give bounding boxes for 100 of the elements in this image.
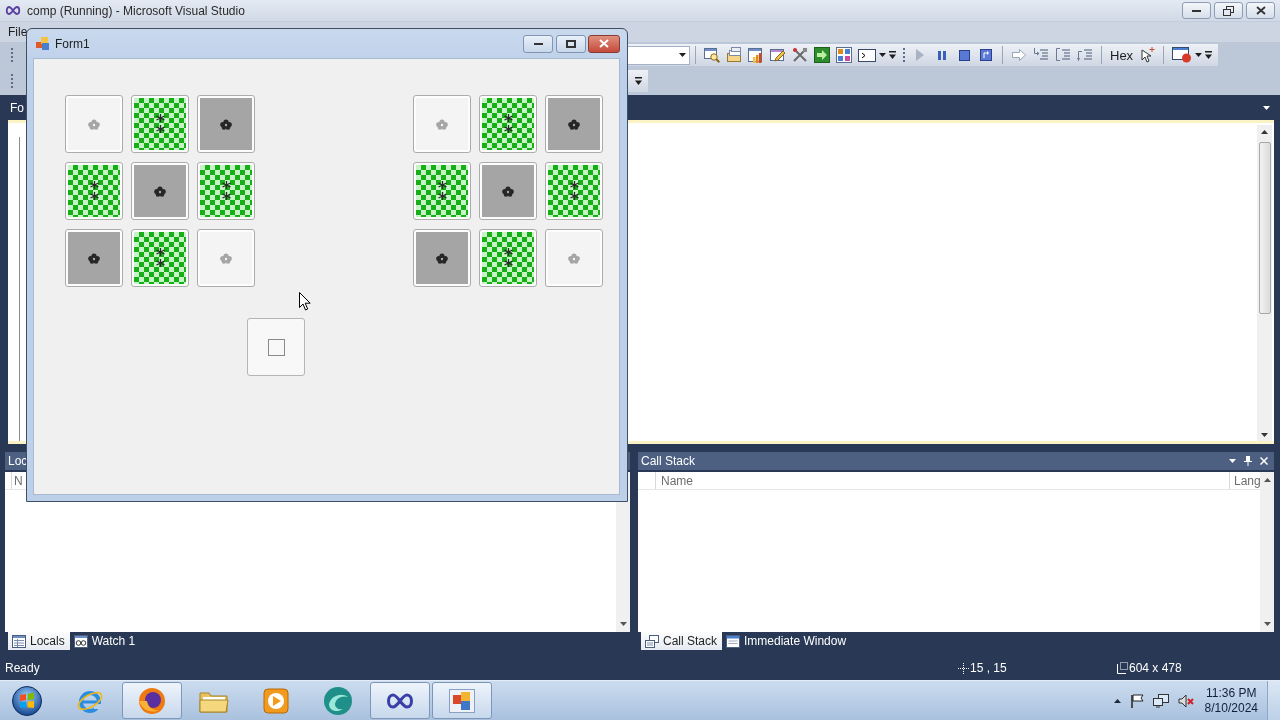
flag-icon[interactable] [1129, 693, 1144, 708]
restore-button[interactable] [1214, 2, 1243, 19]
tile-button[interactable] [197, 162, 255, 220]
caret-down-icon[interactable] [1195, 53, 1203, 57]
status-text: Ready [5, 661, 40, 675]
swirl-icon [323, 685, 353, 716]
mouse-pointer-icon [299, 292, 311, 312]
hex-button[interactable]: Hex [1107, 47, 1137, 63]
window-pencil-icon[interactable] [770, 47, 786, 63]
close-icon[interactable] [1260, 457, 1268, 465]
crosshair-icon [958, 662, 969, 674]
infinity-icon [385, 692, 415, 709]
minimize-button[interactable] [523, 34, 553, 53]
infinity-icon [5, 6, 21, 15]
fox-globe-icon [138, 686, 166, 715]
flower-icon [154, 185, 166, 197]
media-play-icon [263, 687, 289, 714]
caret-up-icon[interactable] [1261, 130, 1268, 134]
caret-down-icon[interactable] [1263, 105, 1270, 110]
caret-down-icon[interactable] [619, 622, 627, 626]
grid-window-icon [12, 634, 26, 648]
panel-tab[interactable]: Locals [8, 632, 70, 650]
tile-button[interactable] [545, 162, 603, 220]
bracket-arrow-icon[interactable] [1055, 47, 1071, 63]
window-icon [726, 634, 741, 648]
caret-up-icon[interactable] [1113, 698, 1121, 703]
flower-icon [568, 118, 580, 130]
double-asterisk-icon [89, 181, 99, 201]
clock-time[interactable]: 11:36 PM [1206, 685, 1257, 701]
tile-button[interactable] [197, 95, 255, 153]
pointer-sparkle-icon[interactable] [1139, 47, 1156, 63]
maximize-button[interactable] [556, 34, 586, 53]
speaker-muted-icon[interactable] [1177, 693, 1194, 708]
flower-icon [436, 118, 448, 130]
panel-tab[interactable]: Call Stack [641, 632, 723, 650]
double-asterisk-icon [221, 181, 231, 201]
outdent-arrow-icon[interactable] [1077, 47, 1093, 63]
column-header[interactable]: Name [656, 473, 693, 488]
caret-down-icon[interactable] [1229, 459, 1236, 463]
tile-button[interactable] [65, 229, 123, 287]
tile-button[interactable] [131, 229, 189, 287]
tile-button[interactable] [197, 229, 255, 287]
app-squares-icon [449, 688, 475, 713]
caret-down-icon [679, 53, 686, 57]
network-icon[interactable] [1152, 693, 1169, 708]
double-asterisk-icon [569, 181, 579, 201]
tile-button[interactable] [413, 162, 471, 220]
taskbar-button[interactable] [432, 682, 492, 719]
close-button[interactable] [588, 34, 620, 53]
taskbar-button[interactable] [370, 682, 430, 719]
tile-button[interactable] [65, 162, 123, 220]
window-grid-icon[interactable] [836, 47, 852, 63]
caret-up-icon[interactable] [1263, 478, 1271, 482]
close-button[interactable] [1246, 2, 1275, 19]
column-header[interactable]: N [12, 473, 23, 488]
clock-date[interactable]: 8/10/2024 [1204, 700, 1258, 716]
double-asterisk-icon [155, 248, 165, 268]
overflow-caret-icon[interactable] [635, 77, 642, 85]
caret-down-icon[interactable] [879, 53, 886, 57]
caret-down-icon[interactable] [1261, 433, 1268, 437]
flower-icon [568, 252, 580, 264]
minimize-button[interactable] [1182, 2, 1211, 19]
tile-button[interactable] [479, 162, 537, 220]
form-size: 604 x 478 [1129, 661, 1182, 675]
stop-icon[interactable] [956, 47, 972, 63]
window-title: comp (Running) - Microsoft Visual Studio [27, 3, 245, 18]
document-tab[interactable]: Fo [10, 100, 24, 115]
panel-title: Call Stack [641, 454, 696, 468]
window-search-icon[interactable] [704, 47, 720, 63]
indent-arrow-icon[interactable] [1033, 47, 1049, 63]
tile-button[interactable] [65, 95, 123, 153]
window-record-icon[interactable] [1172, 47, 1193, 63]
console-window-icon[interactable] [858, 48, 876, 62]
pin-icon[interactable] [1244, 456, 1252, 466]
tile-button[interactable] [479, 95, 537, 153]
overflow-caret-icon[interactable] [889, 51, 896, 59]
menu-item[interactable]: File [7, 25, 29, 39]
tile-button[interactable] [131, 162, 189, 220]
dotted-frame-icon [1117, 662, 1128, 674]
panel-tab[interactable]: Watch 1 [69, 632, 141, 650]
double-asterisk-icon [503, 248, 513, 268]
window-chart-icon[interactable] [748, 47, 764, 63]
minimize-icon [1192, 9, 1201, 12]
arrow-box-icon[interactable] [814, 47, 830, 63]
vertical-scrollbar[interactable] [1257, 125, 1272, 441]
stacked-cards-icon[interactable] [726, 47, 742, 63]
overflow-caret-icon[interactable] [1205, 51, 1213, 59]
caret-down-icon[interactable] [1263, 622, 1271, 626]
taskbar-button[interactable] [122, 682, 182, 719]
tile-button[interactable] [413, 95, 471, 153]
tile-button[interactable] [545, 95, 603, 153]
start-orb-icon[interactable] [12, 685, 42, 716]
tile-button[interactable] [479, 229, 537, 287]
cursor-position: 15 , 15 [970, 661, 1007, 675]
restart-icon[interactable] [978, 47, 994, 63]
tile-button[interactable] [131, 95, 189, 153]
panel-tab[interactable]: Immediate Window [722, 632, 852, 650]
tile-button[interactable] [545, 229, 603, 287]
crossed-tools-icon[interactable] [792, 47, 808, 63]
tile-button[interactable] [413, 229, 471, 287]
